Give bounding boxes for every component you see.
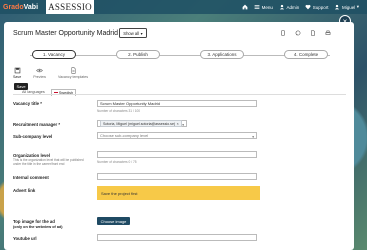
vacancy-title-input[interactable]: Scrum Master Opportunity Madrid (97, 100, 257, 107)
save-label: Save (13, 75, 22, 79)
vacancy-title-label: Vacancy title * (13, 101, 42, 106)
step-vacancy[interactable]: 1. Vacancy (32, 50, 76, 59)
brand-logo[interactable]: Grado Vabi (0, 0, 38, 14)
advert-link-notice: Save the project first (97, 186, 260, 200)
eye-icon (36, 68, 43, 73)
recruitment-manager-select[interactable]: Sotoria, Miguel (miguel.sotoria@assessio… (97, 120, 187, 127)
top-image-sublabel: (only on the webview of ad) (13, 225, 63, 229)
recruitment-manager-chip[interactable]: Sotoria, Miguel (miguel.sotoria@assessio… (100, 120, 182, 127)
document-icon[interactable] (310, 30, 316, 36)
support-button[interactable]: Support (305, 4, 328, 10)
top-navigation: Menu Admin Support Miguel ▾ (242, 4, 367, 10)
admin-icon (279, 4, 285, 10)
choose-image-button[interactable]: Choose image (97, 217, 130, 225)
heart-icon (305, 4, 311, 10)
menu-label: Menu (261, 4, 273, 10)
mobile-preview-icon[interactable] (280, 30, 286, 36)
user-icon (335, 4, 340, 10)
tabs-divider (13, 94, 346, 95)
user-name: Miguel (341, 4, 356, 10)
advert-link-label: Advert link (13, 188, 36, 193)
organization-description: This is the organization level that will… (13, 158, 84, 166)
youtube-input[interactable] (97, 234, 257, 241)
advert-link-row: Advert link (13, 188, 35, 193)
recruitment-manager-row: Recruitment manager * (13, 122, 60, 127)
home-button[interactable] (242, 4, 248, 10)
print-icon[interactable] (325, 30, 331, 36)
organization-hint: Number of characters 0 / 75 (97, 160, 137, 164)
user-menu-button[interactable]: Miguel ▾ (334, 4, 359, 10)
vacancy-title-hint: Number of characters 31 / 100 (97, 109, 141, 113)
sub-company-label: Sub-company level (13, 134, 53, 139)
recruitment-manager-value: Sotoria, Miguel (miguel.sotoria@assessio… (103, 121, 176, 126)
remove-icon[interactable]: × (177, 122, 179, 126)
sub-company-row: Sub-company level (13, 134, 52, 139)
top-bar: Grado Vabi ASSESSIO Menu Admin Support Mi… (0, 0, 367, 14)
organization-input[interactable] (97, 151, 257, 158)
vacancy-templates-button[interactable]: Vacancy templates (58, 67, 88, 79)
menu-icon (254, 5, 260, 9)
internal-comment-label: Internal comment (13, 175, 49, 180)
chevron-down-icon: ▾ (140, 30, 143, 36)
step-publish[interactable]: 2. Publish (116, 50, 160, 59)
preview-label: Preview (33, 75, 46, 79)
top-image-row: Top image for the ad (only on the webvie… (13, 219, 91, 230)
admin-label: Admin (286, 4, 300, 10)
internal-comment-row: Internal comment (13, 175, 49, 180)
show-all-label: Show all (123, 30, 140, 36)
step-complete[interactable]: 4. Complete (284, 50, 328, 59)
partner-logo: ASSESSIO (46, 0, 95, 14)
internal-comment-input[interactable] (97, 173, 257, 180)
vacancy-templates-label: Vacancy templates (58, 75, 89, 79)
sub-company-placeholder: Choose sub-company level (100, 133, 149, 138)
progress-steps: 1. Vacancy 2. Publish 3. Applications 4.… (30, 50, 330, 59)
comment-icon[interactable] (295, 30, 301, 36)
save-button[interactable]: Save (13, 67, 21, 79)
preview-button[interactable]: Preview (33, 67, 46, 79)
recruitment-manager-label: Recruitment manager * (13, 122, 61, 127)
vacancy-title-row: Vacancy title * (13, 101, 42, 106)
language-tabs: All languages Swedish (20, 89, 77, 96)
tab-all-languages[interactable]: All languages (20, 89, 47, 96)
header-actions (280, 30, 331, 36)
page-title: Scrum Master Opportunity Madrid (13, 30, 119, 37)
sub-company-select[interactable]: Choose sub-company level ▾ (97, 132, 257, 139)
step-applications[interactable]: 3. Applications (200, 50, 244, 59)
template-icon (71, 67, 76, 74)
vacancy-toolbar: Save Preview Vacancy templates (13, 67, 88, 79)
youtube-row: Youtube url (13, 236, 37, 241)
chevron-down-icon: ▾ (252, 134, 254, 139)
tab-swedish[interactable]: Swedish (50, 89, 77, 96)
support-label: Support (312, 4, 329, 10)
vacancy-modal: Scrum Master Opportunity Madrid Show all… (4, 22, 354, 250)
chevron-down-icon: ▾ (356, 4, 359, 9)
youtube-label: Youtube url (13, 236, 37, 241)
brand-name-part2: Vabi (23, 3, 39, 11)
admin-button[interactable]: Admin (279, 4, 299, 10)
home-icon (242, 4, 248, 10)
save-icon (14, 67, 20, 74)
organization-row: Organization level This is the organizat… (13, 153, 91, 167)
top-image-label: Top image for the ad (13, 219, 55, 224)
menu-button[interactable]: Menu (254, 4, 273, 10)
show-all-dropdown[interactable]: Show all ▾ (119, 28, 147, 38)
brand-name-part1: Grado (3, 3, 24, 11)
chevron-down-icon: ▾ (182, 122, 184, 127)
